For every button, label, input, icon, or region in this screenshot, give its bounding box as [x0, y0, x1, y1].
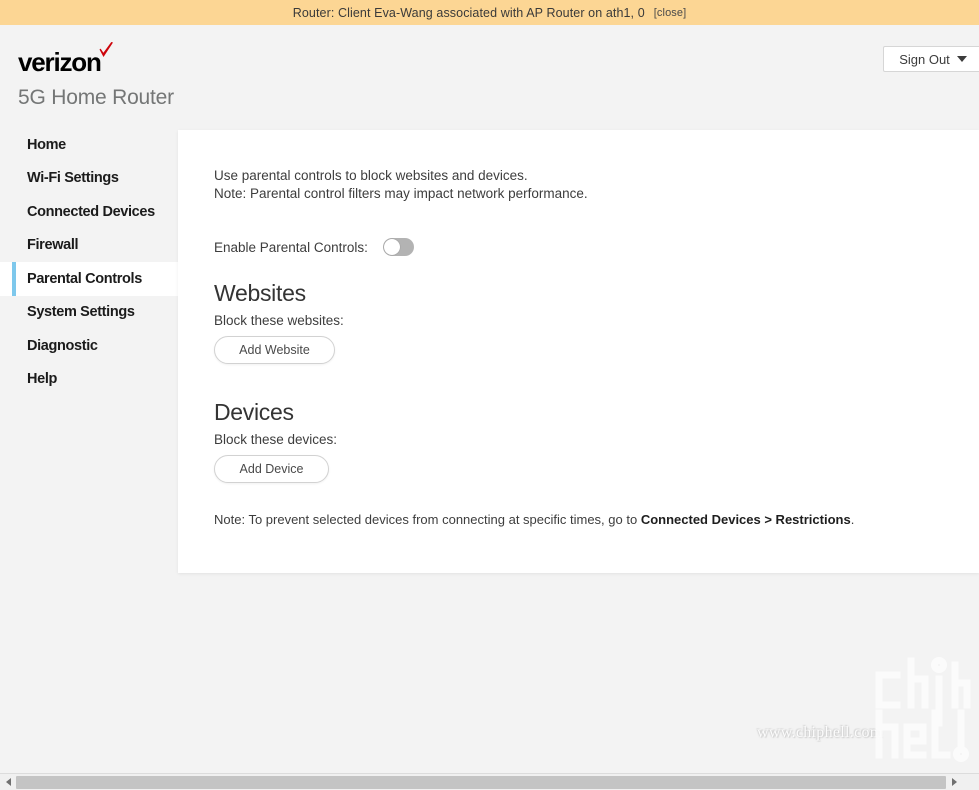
page-header: verizon 5G Home Router Sign Out	[0, 25, 979, 128]
websites-section-title: Websites	[214, 280, 306, 306]
sign-out-button[interactable]: Sign Out	[883, 46, 979, 72]
watermark-url: www.chiphell.com	[757, 724, 883, 741]
sidebar-item-label: Firewall	[27, 237, 79, 254]
add-device-button[interactable]: Add Device	[214, 455, 329, 483]
sidebar-item-wifi-settings[interactable]: Wi-Fi Settings	[0, 162, 178, 196]
sidebar-item-label: Diagnostic	[27, 337, 98, 354]
brand-block: verizon 5G Home Router	[18, 42, 174, 109]
horizontal-scrollbar[interactable]	[0, 773, 979, 790]
sidebar-item-label: Parental Controls	[27, 270, 142, 287]
sidebar-nav: Home Wi-Fi Settings Connected Devices Fi…	[0, 128, 178, 773]
product-name: 5G Home Router	[18, 86, 174, 109]
scroll-left-arrow-icon[interactable]	[0, 774, 16, 790]
sidebar-item-label: Connected Devices	[27, 203, 155, 220]
chevron-down-icon	[956, 56, 967, 62]
intro-text-block: Use parental controls to block websites …	[214, 167, 588, 202]
chiphell-logo-icon	[875, 657, 971, 762]
sidebar-item-label: Help	[27, 371, 58, 388]
verizon-wordmark: verizon	[18, 47, 102, 77]
footnote-suffix: .	[850, 512, 855, 527]
devices-section-title: Devices	[214, 399, 294, 425]
sidebar-item-help[interactable]: Help	[0, 363, 178, 397]
add-website-button[interactable]: Add Website	[214, 336, 335, 364]
main-content-panel: Use parental controls to block websites …	[178, 130, 979, 573]
sidebar-item-diagnostic[interactable]: Diagnostic	[0, 329, 178, 363]
enable-parental-controls-label: Enable Parental Controls:	[214, 239, 368, 255]
horizontal-scrollbar-thumb[interactable]	[16, 775, 946, 789]
notification-message: Router: Client Eva-Wang associated with …	[292, 5, 645, 20]
sidebar-item-label: Wi-Fi Settings	[27, 170, 119, 187]
intro-line-2: Note: Parental control filters may impac…	[214, 185, 588, 201]
verizon-logo: verizon	[18, 42, 113, 77]
verizon-check-icon	[99, 42, 113, 57]
footnote-prefix: Note: To prevent selected devices from c…	[214, 512, 641, 527]
sidebar-item-firewall[interactable]: Firewall	[0, 229, 178, 263]
sidebar-item-home[interactable]: Home	[0, 128, 178, 162]
intro-line-1: Use parental controls to block websites …	[214, 168, 528, 183]
toggle-knob	[384, 239, 400, 255]
enable-parental-controls-row: Enable Parental Controls:	[214, 238, 414, 256]
notification-close-link[interactable]: [close]	[654, 7, 687, 19]
devices-section-subtitle: Block these devices:	[214, 432, 338, 447]
websites-section-subtitle: Block these websites:	[214, 313, 344, 328]
sidebar-item-connected-devices[interactable]: Connected Devices	[0, 195, 178, 229]
notification-bar: Router: Client Eva-Wang associated with …	[0, 0, 979, 25]
enable-parental-controls-toggle[interactable]	[383, 238, 414, 256]
footnote-link[interactable]: Connected Devices > Restrictions	[641, 512, 851, 527]
chiphell-watermark: www.chiphell.com	[743, 653, 973, 768]
sidebar-item-label: System Settings	[27, 304, 135, 321]
sidebar-item-label: Home	[27, 136, 66, 153]
sidebar-item-system-settings[interactable]: System Settings	[0, 296, 178, 330]
restrictions-footnote: Note: To prevent selected devices from c…	[214, 512, 854, 527]
router-admin-page: Router: Client Eva-Wang associated with …	[0, 0, 979, 790]
sidebar-item-parental-controls[interactable]: Parental Controls	[0, 262, 178, 296]
sign-out-label: Sign Out	[899, 51, 950, 67]
scroll-right-arrow-icon[interactable]	[946, 774, 962, 790]
